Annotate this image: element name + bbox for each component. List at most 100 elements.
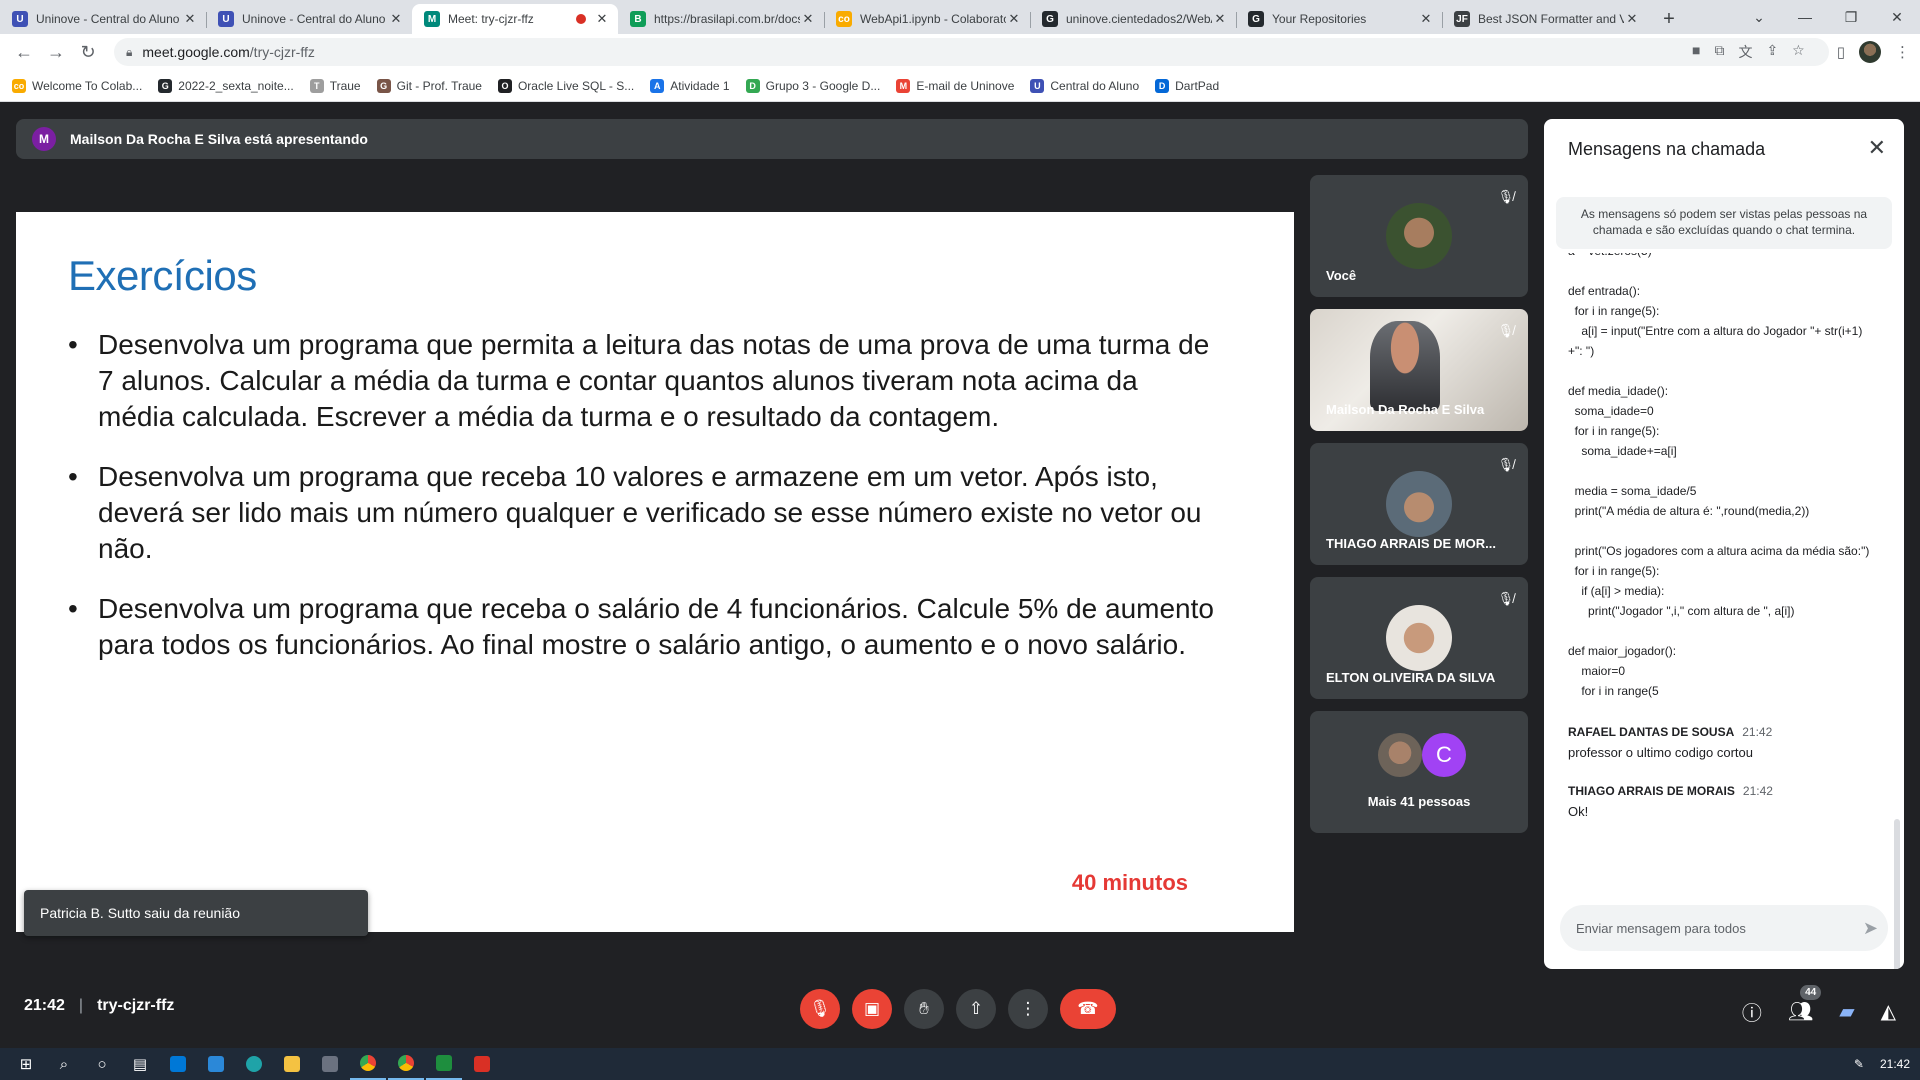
recording-indicator-icon xyxy=(576,14,586,24)
new-tab-button[interactable]: + xyxy=(1654,4,1684,34)
hang-up-icon: ☎︎ xyxy=(1077,999,1099,1018)
bookmark-item[interactable]: A Atividade 1 xyxy=(650,78,730,93)
close-tab-icon[interactable]: ✕ xyxy=(1006,11,1022,27)
chat-message-code: a = vet.zeros(5) def entrada(): for i in… xyxy=(1568,253,1870,698)
browser-toolbar: ← → ↻ 🔒︎ meet.google.com/try-cjzr-ffz ■ … xyxy=(0,34,1920,70)
chat-icon[interactable]: ▰ xyxy=(1839,999,1854,1024)
more-participants-tile[interactable]: C Mais 41 pessoas xyxy=(1310,711,1528,833)
chat-input[interactable] xyxy=(1560,905,1888,951)
bookmark-item[interactable]: G Git - Prof. Traue xyxy=(376,78,482,93)
bookmark-item[interactable]: T Traue xyxy=(309,78,361,93)
camera-toggle-button[interactable]: ▣ xyxy=(852,989,892,1029)
chat-scrollbar[interactable] xyxy=(1894,819,1900,969)
share-icon[interactable]: ⇪ xyxy=(1766,42,1778,62)
close-tab-icon[interactable]: ✕ xyxy=(1212,11,1228,27)
close-tab-icon[interactable]: ✕ xyxy=(1624,11,1640,27)
tab-your-repositories[interactable]: G Your Repositories ✕ xyxy=(1236,4,1442,34)
meeting-code: try-cjzr-ffz xyxy=(97,997,175,1014)
brasilapi-favicon-icon: B xyxy=(630,11,646,27)
participant-tile[interactable]: 🎙︎̸ ELTON OLIVEIRA DA SILVA xyxy=(1310,577,1528,699)
traue-bookmark-icon: T xyxy=(309,78,324,93)
tab-title: Meet: try-cjzr-ffz xyxy=(448,12,534,26)
pen-icon[interactable]: ✎ xyxy=(1854,1057,1864,1071)
more-options-button[interactable]: ⋮ xyxy=(1008,989,1048,1029)
bookmark-item[interactable]: D DartPad xyxy=(1155,78,1219,93)
store-icon[interactable] xyxy=(160,1048,196,1080)
tab-github-repo[interactable]: Guninove.cientedados2/WebApi ✕ xyxy=(1030,4,1236,34)
tab-title: WebApi1.ipynb - Colaboratory xyxy=(860,12,1006,26)
cortana-icon[interactable]: ○ xyxy=(84,1048,120,1080)
open-in-new-icon[interactable]: ⧉ xyxy=(1714,42,1724,62)
spreadsheet-glyph xyxy=(436,1055,452,1071)
close-tab-icon[interactable]: ✕ xyxy=(182,11,198,27)
app-glyph xyxy=(322,1056,338,1072)
chat-messages[interactable]: a = vet.zeros(5) def entrada(): for i in… xyxy=(1544,253,1894,913)
back-icon[interactable]: ← xyxy=(10,38,38,66)
raise-hand-button[interactable]: ✋︎ xyxy=(904,989,944,1029)
bookmark-star-icon[interactable]: ☆ xyxy=(1792,42,1805,62)
close-tab-icon[interactable]: ✕ xyxy=(800,11,816,27)
participant-tile[interactable]: 🎙︎̸ THIAGO ARRAIS DE MOR... xyxy=(1310,443,1528,565)
tab-meet[interactable]: M Meet: try-cjzr-ffz ✕ xyxy=(412,4,618,34)
close-tab-icon[interactable]: ✕ xyxy=(594,11,610,27)
restore-icon[interactable]: ❐ xyxy=(1828,0,1874,34)
file-explorer-icon[interactable] xyxy=(274,1048,310,1080)
omnibox-icons: ■ ⧉ 文 ⇪ ☆ xyxy=(1692,42,1805,62)
tab-colab[interactable]: co WebApi1.ipynb - Colaboratory ✕ xyxy=(824,4,1030,34)
bookmark-item[interactable]: co Welcome To Colab... xyxy=(12,78,142,93)
bookmark-item[interactable]: M E-mail de Uninove xyxy=(896,78,1014,93)
pinned-app-icon[interactable] xyxy=(464,1048,500,1080)
forward-icon[interactable]: → xyxy=(42,38,70,66)
dartpad-bookmark-icon: D xyxy=(1155,78,1170,93)
chrome-icon[interactable] xyxy=(350,1048,386,1080)
send-icon[interactable]: ➤ xyxy=(1863,918,1878,939)
app-icon[interactable] xyxy=(312,1048,348,1080)
oracle-bookmark-icon: O xyxy=(497,78,512,93)
message-text: Ok! xyxy=(1568,804,1589,819)
close-icon[interactable]: ✕ xyxy=(1868,135,1886,161)
tab-json-formatter[interactable]: JF Best JSON Formatter and Validator✕ xyxy=(1442,4,1648,34)
tab-central-aluno-2[interactable]: U Uninove - Central do Aluno ✕ xyxy=(206,4,412,34)
windows-start-icon[interactable]: ⊞ xyxy=(8,1048,44,1080)
people-button[interactable]: 👥︎ 44 xyxy=(1788,985,1822,1024)
address-bar[interactable]: 🔒︎ meet.google.com/try-cjzr-ffz ■ ⧉ 文 ⇪ … xyxy=(114,38,1829,66)
slide-bullets: Desenvolva um programa que permita a lei… xyxy=(68,327,1218,687)
minimize-icon[interactable]: — xyxy=(1782,0,1828,34)
bookmark-item[interactable]: O Oracle Live SQL - S... xyxy=(497,78,634,93)
mail-glyph xyxy=(208,1056,224,1072)
mail-icon[interactable] xyxy=(198,1048,234,1080)
profile-avatar[interactable] xyxy=(1859,41,1881,63)
spreadsheet-app-icon[interactable] xyxy=(426,1048,462,1080)
task-view-icon[interactable]: ▤ xyxy=(122,1048,158,1080)
side-panel-icon[interactable]: ▯ xyxy=(1837,43,1845,61)
chrome-profile-icon[interactable] xyxy=(388,1048,424,1080)
meeting-details-icon[interactable]: ⓘ xyxy=(1742,997,1762,1026)
bookmark-item[interactable]: G 2022-2_sexta_noite... xyxy=(158,78,294,93)
taskbar-clock[interactable]: 21:42 xyxy=(1880,1057,1910,1071)
participant-tile-self[interactable]: 🎙︎̸ Você xyxy=(1310,175,1528,297)
search-icon[interactable]: ⌕ xyxy=(46,1048,82,1080)
bookmark-item[interactable]: D Grupo 3 - Google D... xyxy=(745,78,880,93)
github-bookmark-icon: G xyxy=(158,78,173,93)
close-window-icon[interactable]: ✕ xyxy=(1874,0,1920,34)
reload-icon[interactable]: ↻ xyxy=(74,38,102,66)
camera-in-use-icon[interactable]: ■ xyxy=(1692,42,1700,62)
close-tab-icon[interactable]: ✕ xyxy=(388,11,404,27)
tab-search-chevron-icon[interactable]: ⌄ xyxy=(1736,0,1782,34)
folder-glyph xyxy=(284,1056,300,1072)
tab-brasilapi[interactable]: Bhttps://brasilapi.com.br/docs ✕ xyxy=(618,4,824,34)
participant-tile-presenter[interactable]: 🎙︎̸ Mailson Da Rocha E Silva xyxy=(1310,309,1528,431)
close-tab-icon[interactable]: ✕ xyxy=(1418,11,1434,27)
translate-icon[interactable]: 文 xyxy=(1738,42,1752,62)
chat-title: Mensagens na chamada xyxy=(1568,139,1766,159)
present-screen-button[interactable]: ⇧ xyxy=(956,989,996,1029)
chrome-glyph xyxy=(398,1055,414,1071)
edge-icon[interactable] xyxy=(236,1048,272,1080)
mic-toggle-button[interactable]: 🎙︎ xyxy=(800,989,840,1029)
leave-call-button[interactable]: ☎︎ xyxy=(1060,989,1116,1029)
activities-icon[interactable]: ◭ xyxy=(1881,999,1896,1024)
more-menu-icon[interactable]: ⋮ xyxy=(1895,43,1910,61)
bookmark-item[interactable]: U Central do Aluno xyxy=(1030,78,1139,93)
tab-central-aluno-1[interactable]: U Uninove - Central do Aluno ✕ xyxy=(0,4,206,34)
os-taskbar: ⊞ ⌕ ○ ▤ ✎ 21:42 xyxy=(0,1048,1920,1080)
